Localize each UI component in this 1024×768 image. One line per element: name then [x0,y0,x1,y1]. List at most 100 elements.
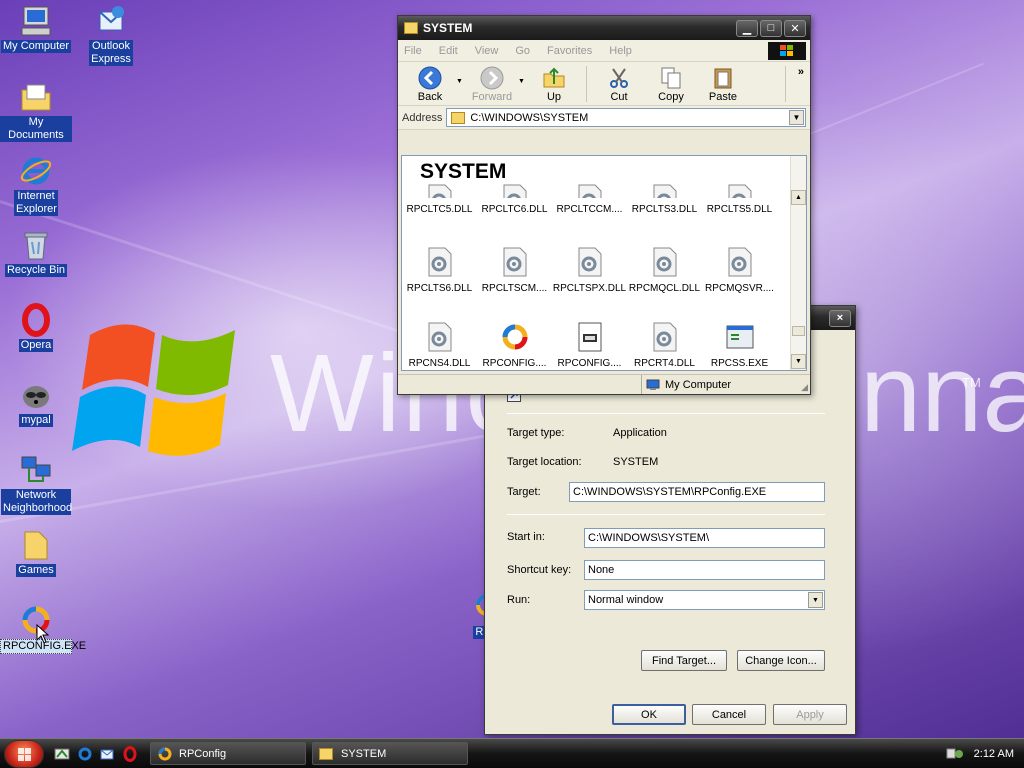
scroll-down-button[interactable]: ▼ [791,354,806,369]
file-item[interactable]: RPCLTSCM.... [477,247,552,294]
file-label: RPCNS4.DLL [408,358,471,369]
clock[interactable]: 2:12 AM [974,748,1014,760]
file-item[interactable]: RPCMQCL.DLL [627,247,702,294]
menu-edit[interactable]: Edit [439,45,458,57]
close-button[interactable]: ✕ [784,19,806,37]
chevron-down-icon[interactable]: ▼ [789,110,804,125]
find-target-button[interactable]: Find Target... [641,650,727,671]
rpconfig-icon [158,747,172,760]
minimize-icon: ▁ [742,22,752,35]
explorer-titlebar[interactable]: SYSTEM ▁ □ ✕ [398,16,810,40]
file-label: RPCLTSPX.DLL [552,283,627,294]
desktop-icon-my-documents[interactable]: My Documents [0,80,72,142]
file-item[interactable]: RPCLTS5.DLL [702,156,777,215]
file-item[interactable]: RPCMQSVR.... [702,247,777,294]
windows-flag-icon [18,748,31,761]
dll-file-icon [426,247,454,277]
menu-file[interactable]: File [404,45,422,57]
menu-view[interactable]: View [475,45,499,57]
cancel-button[interactable]: Cancel [692,704,766,725]
tray-status-icon[interactable] [946,747,964,761]
forward-button[interactable]: Forward [466,66,518,103]
my-computer-icon [19,4,53,38]
taskbar-button-rpconfig[interactable]: RPConfig [150,742,306,765]
folder-icon [319,747,333,760]
file-item[interactable]: RPCSS.EXE [702,322,777,369]
cut-button[interactable]: Cut [593,66,645,103]
start-in-field[interactable]: C:\WINDOWS\SYSTEM\ [584,528,825,548]
file-label: RPCLTC5.DLL [406,204,473,215]
folder-up-icon [528,66,580,90]
desktop-icon-network-neighborhood[interactable]: Network Neighborhood [0,453,72,515]
forward-dropdown-icon[interactable]: ▼ [518,66,528,85]
toolbar: Back ▼ Forward ▼ Up Cut Copy Paste » [398,62,810,106]
minimize-button[interactable]: ▁ [736,19,758,37]
file-item[interactable]: RPCONFIG.... [552,322,627,369]
file-label: RPCLTS3.DLL [631,204,698,215]
my-documents-icon [19,80,53,114]
wallpaper-tm: TM [962,375,981,390]
file-item[interactable]: RPCLTC5.DLL [402,156,477,215]
back-dropdown-icon[interactable]: ▼ [456,66,466,85]
close-button[interactable]: × [829,309,851,327]
desktop-icon-opera[interactable]: Opera [0,303,72,352]
file-item[interactable]: RPCLTS6.DLL [402,247,477,294]
exe-file-icon [726,322,754,352]
config-file-icon [576,322,604,352]
desktop-icon-games[interactable]: Games [0,528,72,577]
shortcut-key-field[interactable]: None [584,560,825,580]
file-item[interactable]: RPCLTCCM.... [552,156,627,215]
target-field[interactable]: C:\WINDOWS\SYSTEM\RPConfig.EXE [569,482,825,502]
ok-button[interactable]: OK [612,704,686,725]
file-item[interactable]: RPCLTSPX.DLL [552,247,627,294]
file-label: RPCSS.EXE [710,358,769,369]
file-item[interactable]: RPCONFIG.... [477,322,552,369]
scissors-icon [593,66,645,90]
run-select-value: Normal window [588,594,664,606]
file-item[interactable]: RPCNS4.DLL [402,322,477,369]
back-button[interactable]: Back [404,66,456,103]
target-type-value: Application [613,427,667,439]
change-icon-button[interactable]: Change Icon... [737,650,825,671]
menu-favorites[interactable]: Favorites [547,45,592,57]
maximize-button[interactable]: □ [760,19,782,37]
quicklaunch-show-desktop-icon[interactable] [54,746,70,762]
paste-button[interactable]: Paste [697,66,749,103]
file-item[interactable]: RPCLTS3.DLL [627,156,702,215]
taskbar-button-system[interactable]: SYSTEM [312,742,468,765]
start-button[interactable] [4,740,44,768]
divider [507,514,825,515]
file-item[interactable]: RPCRT4.DLL [627,322,702,369]
desktop-icon-recycle-bin[interactable]: Recycle Bin [0,228,72,277]
address-input[interactable]: C:\WINDOWS\SYSTEM ▼ [446,108,806,127]
quicklaunch-internet-explorer-icon[interactable] [77,746,93,762]
dll-file-icon [726,247,754,277]
scroll-up-button[interactable]: ▲ [791,190,806,205]
apply-button[interactable]: Apply [773,704,847,725]
resize-grip-icon[interactable]: ◢ [801,382,808,393]
desktop-icon-internet-explorer[interactable]: Internet Explorer [0,154,72,216]
up-button[interactable]: Up [528,66,580,103]
file-item[interactable]: RPCLTC6.DLL [477,156,552,215]
file-label: RPCONFIG.... [482,358,547,369]
file-label: RPCLTS6.DLL [406,283,473,294]
chevron-down-icon[interactable]: ▼ [808,592,823,608]
vertical-scrollbar[interactable]: ▲ ▼ [790,156,806,370]
quicklaunch-opera-icon[interactable] [122,746,138,762]
desktop-icon-mypal[interactable]: mypal [0,378,72,427]
desktop-icon-outlook-express[interactable]: Outlook Express [75,4,147,66]
shortcut-key-label: Shortcut key: [507,564,572,576]
quicklaunch-outlook-express-icon[interactable] [99,746,115,762]
menu-help[interactable]: Help [609,45,632,57]
menu-go[interactable]: Go [515,45,530,57]
mypal-icon [19,378,53,412]
copy-button[interactable]: Copy [645,66,697,103]
desktop-icon-my-computer[interactable]: My Computer [0,4,72,53]
system-tray: 2:12 AM [924,739,1024,768]
recycle-bin-icon [19,228,53,262]
scroll-thumb[interactable] [792,326,805,336]
file-label: RPCLTC6.DLL [481,204,548,215]
toolbar-overflow-button[interactable]: » [784,66,804,102]
run-select[interactable]: Normal window ▼ [584,590,825,610]
dll-file-icon [501,247,529,277]
